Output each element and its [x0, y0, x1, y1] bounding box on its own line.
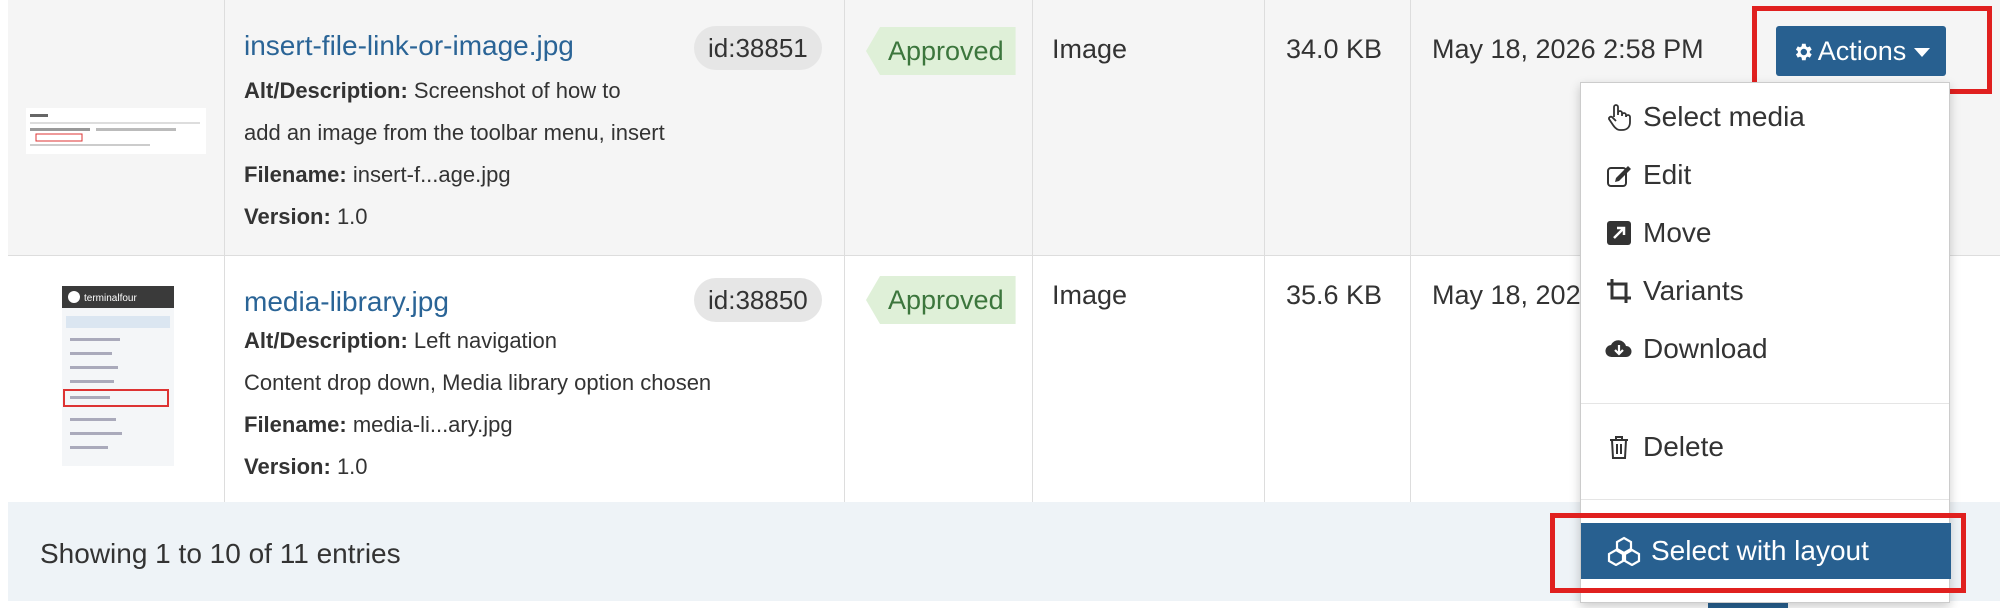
filename-meta: Filename: media-li...ary.jpg: [244, 412, 513, 438]
crop-icon: [1605, 277, 1633, 305]
file-name-link[interactable]: media-library.jpg: [244, 286, 449, 318]
menu-item-edit[interactable]: Edit: [1605, 159, 1691, 191]
file-type: Image: [1052, 34, 1128, 64]
filename-value: insert-f...age.jpg: [352, 162, 511, 187]
alt-description-continued: add an image from the toolbar menu, inse…: [244, 120, 665, 145]
external-link-square-icon: [1605, 219, 1633, 247]
filename-meta: Filename: insert-f...age.jpg: [244, 162, 511, 188]
thumbnail-image[interactable]: [26, 108, 206, 154]
version-label: Version:: [244, 454, 331, 479]
menu-item-move[interactable]: Move: [1605, 217, 1711, 249]
edit-icon: [1605, 161, 1633, 189]
modified-date: May 18, 202: [1432, 280, 1581, 310]
menu-item-label: Move: [1643, 217, 1712, 248]
version-meta: Version: 1.0: [244, 204, 368, 230]
highlight-box-actions: [1752, 6, 1992, 94]
menu-item-delete[interactable]: Delete: [1605, 431, 1724, 463]
column-divider: [224, 256, 225, 502]
alt-description: Alt/Description: Screenshot of how to: [244, 78, 621, 104]
column-divider: [1410, 0, 1411, 255]
alt-text: Left navigation: [413, 328, 558, 353]
filename-value: media-li...ary.jpg: [352, 412, 513, 437]
alt-label: Alt/Description:: [244, 328, 408, 353]
menu-item-download[interactable]: Download: [1605, 333, 1768, 365]
modified-date: May 18, 2026 2:58 PM: [1432, 34, 1704, 64]
column-divider: [844, 256, 845, 502]
thumbnail-logo-text: terminalfour: [84, 293, 137, 304]
thumbnail-image[interactable]: terminalfour: [62, 286, 174, 466]
id-badge: id:38850: [694, 278, 822, 322]
status-badge: Approved: [866, 276, 1016, 324]
cloud-download-icon: [1605, 335, 1633, 363]
column-divider: [844, 0, 845, 255]
menu-item-label: Select media: [1643, 101, 1805, 132]
menu-divider: [1581, 499, 1949, 500]
menu-divider: [1581, 403, 1949, 404]
file-name-link[interactable]: insert-file-link-or-image.jpg: [244, 30, 574, 62]
hand-pointer-icon: [1605, 103, 1633, 131]
file-size: 35.6 KB: [1286, 280, 1383, 310]
id-badge: id:38851: [694, 26, 822, 70]
menu-item-label: Delete: [1643, 431, 1724, 462]
alt-description: Alt/Description: Left navigation: [244, 328, 557, 354]
menu-item-variants[interactable]: Variants: [1605, 275, 1744, 307]
menu-item-label: Download: [1643, 333, 1768, 364]
alt-text: Screenshot of how to: [413, 78, 621, 103]
column-divider: [1264, 256, 1265, 502]
trash-icon: [1605, 433, 1633, 461]
version-value: 1.0: [336, 454, 368, 479]
version-label: Version:: [244, 204, 331, 229]
file-size: 34.0 KB: [1286, 34, 1383, 64]
column-divider: [1264, 0, 1265, 255]
file-type: Image: [1052, 280, 1128, 310]
column-divider: [1032, 256, 1033, 502]
column-divider: [224, 0, 225, 255]
menu-item-label: Variants: [1643, 275, 1744, 306]
filename-label: Filename:: [244, 162, 347, 187]
status-badge: Approved: [866, 27, 1016, 75]
version-meta: Version: 1.0: [244, 454, 368, 480]
alt-label: Alt/Description:: [244, 78, 408, 103]
menu-item-label: Edit: [1643, 159, 1692, 190]
highlight-box-select-with-layout: [1550, 513, 1966, 593]
entries-info: Showing 1 to 10 of 11 entries: [40, 538, 401, 569]
column-divider: [1032, 0, 1033, 255]
alt-description-continued: Content drop down, Media library option …: [244, 370, 712, 395]
version-value: 1.0: [336, 204, 368, 229]
filename-label: Filename:: [244, 412, 347, 437]
column-divider: [1410, 256, 1411, 502]
menu-item-select-media[interactable]: Select media: [1605, 101, 1805, 133]
